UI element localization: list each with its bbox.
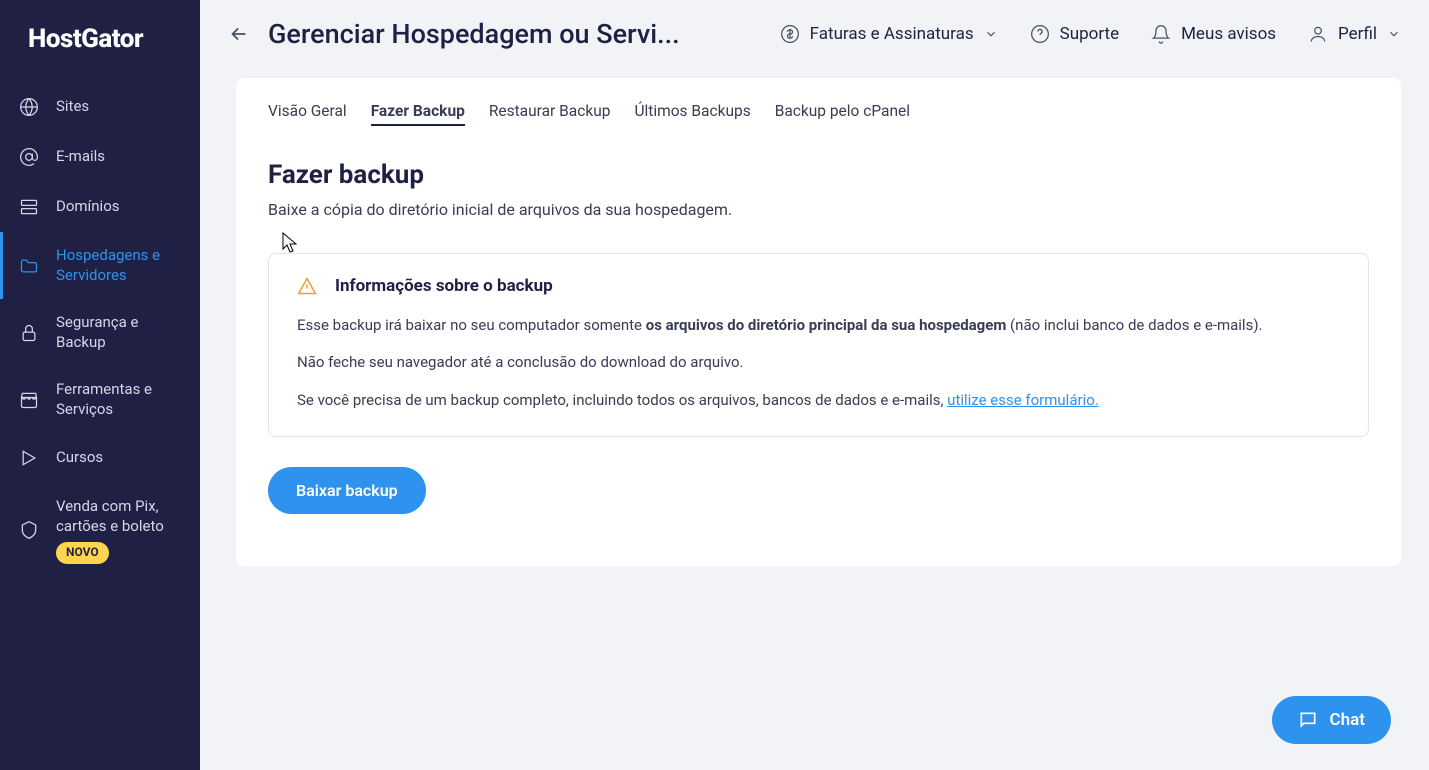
sidebar-item-label: Venda com Pix, cartões e boleto NOVO (56, 497, 182, 564)
chat-icon (1298, 710, 1318, 730)
sidebar-item-label: E-mails (56, 147, 105, 167)
folder-icon (18, 255, 40, 277)
user-icon (1308, 24, 1328, 44)
tab-ultimos-backups[interactable]: Últimos Backups (634, 102, 750, 126)
topbar: Gerenciar Hospedagem ou Servi... Faturas… (200, 0, 1429, 68)
chevron-down-icon (1387, 27, 1401, 41)
novo-badge: NOVO (56, 542, 109, 564)
notices-label: Meus avisos (1181, 24, 1276, 44)
dollar-icon (780, 24, 800, 44)
sidebar-item-label: Sites (56, 97, 89, 117)
billing-label: Faturas e Assinaturas (810, 24, 974, 44)
info-box: Informações sobre o backup Esse backup i… (268, 253, 1369, 437)
play-icon (18, 447, 40, 469)
top-actions: Faturas e Assinaturas Suporte Meus aviso… (780, 24, 1401, 44)
sidebar-item-label: Segurança e Backup (56, 313, 182, 352)
content-card: Visão Geral Fazer Backup Restaurar Backu… (236, 78, 1401, 566)
info-line-2: Não feche seu navegador até a conclusão … (297, 351, 1340, 374)
at-icon (18, 146, 40, 168)
warning-icon (297, 276, 317, 296)
brand-logo: HostGator (0, 0, 200, 82)
info-head: Informações sobre o backup (297, 276, 1340, 296)
info-line-1: Esse backup irá baixar no seu computador… (297, 314, 1340, 337)
title-wrap: Gerenciar Hospedagem ou Servi... (228, 18, 680, 50)
profile-label: Perfil (1338, 24, 1377, 44)
bell-icon (1151, 24, 1171, 44)
sidebar: HostGator Sites E-mails Domínios Hospeda… (0, 0, 200, 770)
chat-button[interactable]: Chat (1272, 696, 1391, 744)
back-button[interactable] (228, 23, 250, 45)
sidebar-item-seguranca[interactable]: Segurança e Backup (0, 299, 200, 366)
sidebar-item-label: Cursos (56, 448, 103, 468)
billing-dropdown[interactable]: Faturas e Assinaturas (780, 24, 998, 44)
support-label: Suporte (1060, 24, 1119, 44)
info-line-3: Se você precisa de um backup completo, i… (297, 389, 1340, 412)
profile-dropdown[interactable]: Perfil (1308, 24, 1401, 44)
shield-icon (18, 519, 40, 541)
sidebar-item-emails[interactable]: E-mails (0, 132, 200, 182)
sidebar-item-cursos[interactable]: Cursos (0, 433, 200, 483)
sidebar-item-label: Hospedagens e Servidores (56, 246, 182, 285)
lock-icon (18, 322, 40, 344)
tab-visao-geral[interactable]: Visão Geral (268, 102, 347, 126)
sidebar-item-label: Domínios (56, 197, 120, 217)
globe-icon (18, 96, 40, 118)
sidebar-item-ferramentas[interactable]: Ferramentas e Serviços (0, 366, 200, 433)
sidebar-item-label: Ferramentas e Serviços (56, 380, 182, 419)
main: Gerenciar Hospedagem ou Servi... Faturas… (200, 0, 1429, 770)
tab-restaurar-backup[interactable]: Restaurar Backup (489, 102, 611, 126)
chat-label: Chat (1330, 710, 1365, 730)
support-link[interactable]: Suporte (1030, 24, 1119, 44)
tab-backup-cpanel[interactable]: Backup pelo cPanel (775, 102, 910, 126)
section-heading: Fazer backup (268, 160, 1369, 190)
chevron-down-icon (984, 27, 998, 41)
help-icon (1030, 24, 1050, 44)
store-icon (18, 389, 40, 411)
sidebar-item-hospedagens[interactable]: Hospedagens e Servidores (0, 232, 200, 299)
notices-link[interactable]: Meus avisos (1151, 24, 1276, 44)
tabs: Visão Geral Fazer Backup Restaurar Backu… (268, 102, 1369, 126)
nav: Sites E-mails Domínios Hospedagens e Ser… (0, 82, 200, 578)
layers-icon (18, 196, 40, 218)
page-title: Gerenciar Hospedagem ou Servi... (268, 18, 680, 50)
info-title: Informações sobre o backup (335, 276, 553, 296)
baixar-backup-button[interactable]: Baixar backup (268, 467, 426, 514)
tab-fazer-backup[interactable]: Fazer Backup (371, 102, 465, 126)
sidebar-item-venda-pix[interactable]: Venda com Pix, cartões e boleto NOVO (0, 483, 200, 578)
formulario-link[interactable]: utilize esse formulário. (947, 391, 1099, 409)
section-description: Baixe a cópia do diretório inicial de ar… (268, 200, 1369, 219)
sidebar-item-sites[interactable]: Sites (0, 82, 200, 132)
info-body: Esse backup irá baixar no seu computador… (297, 314, 1340, 412)
sidebar-item-dominios[interactable]: Domínios (0, 182, 200, 232)
